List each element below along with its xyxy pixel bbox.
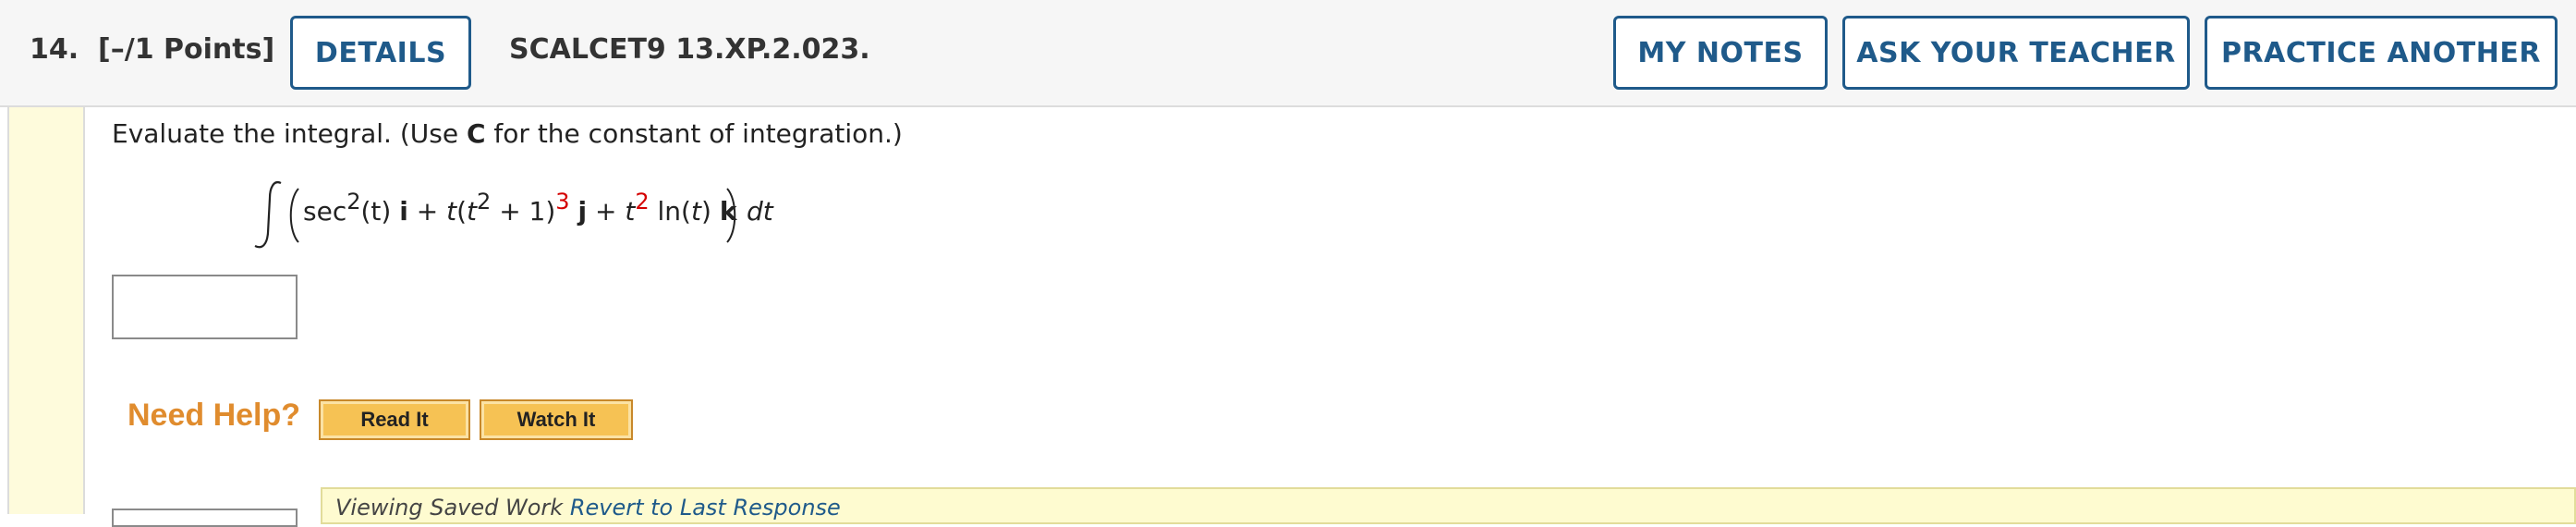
- question-header: 14. [–/1 Points] DETAILS SCALCET9 13.XP.…: [0, 0, 2576, 107]
- details-button[interactable]: DETAILS: [290, 16, 471, 90]
- sec-argument: (t): [360, 196, 392, 227]
- left-paren-icon: [289, 188, 299, 243]
- left-rail: [7, 107, 85, 514]
- ask-your-teacher-button[interactable]: ASK YOUR TEACHER: [1842, 16, 2190, 90]
- saved-work-banner: Viewing Saved Work Revert to Last Respon…: [321, 487, 2576, 524]
- question-prompt: Evaluate the integral. (Use C for the co…: [112, 118, 903, 149]
- sec-function: sec: [303, 196, 347, 227]
- variable-t: t: [690, 196, 701, 227]
- plus-sign: +: [407, 196, 447, 227]
- t-squared-exponent: 2: [477, 189, 492, 214]
- ln-function: ln(: [649, 196, 691, 227]
- my-notes-button[interactable]: MY NOTES: [1613, 16, 1828, 90]
- unit-vector-j: j: [577, 196, 588, 227]
- integral-formula: sec2(t) i + t(t2 + 1)3 j + t2 ln(t) k dt: [249, 178, 896, 261]
- answer-input[interactable]: [112, 275, 298, 339]
- cubed-exponent: 3: [555, 189, 570, 214]
- watch-it-button[interactable]: Watch It: [480, 399, 633, 440]
- prompt-text-start: Evaluate the integral. (Use: [112, 118, 467, 149]
- close-paren: ): [700, 196, 711, 227]
- differential-dt: dt: [747, 196, 773, 227]
- practice-another-button[interactable]: PRACTICE ANOTHER: [2205, 16, 2558, 90]
- saved-work-text: Viewing Saved Work: [335, 495, 570, 521]
- sec-exponent: 2: [346, 189, 361, 214]
- read-it-button[interactable]: Read It: [319, 399, 470, 440]
- unit-vector-i: i: [399, 196, 408, 227]
- open-paren: (: [456, 196, 468, 227]
- right-paren-icon: [726, 188, 736, 243]
- question-code: SCALCET9 13.XP.2.023.: [509, 33, 870, 66]
- t-squared-exponent-red: 2: [635, 189, 650, 214]
- plus-sign: +: [587, 196, 626, 227]
- revert-to-last-response-link[interactable]: Revert to Last Response: [570, 495, 841, 521]
- variable-t: t: [446, 196, 457, 227]
- integrand-expression: sec2(t) i + t(t2 + 1)3 j + t2 ln(t) k: [303, 189, 736, 227]
- points-label: [–/1 Points]: [98, 33, 275, 66]
- question-number: 14.: [30, 33, 79, 66]
- variable-t: t: [467, 196, 478, 227]
- need-help-label: Need Help?: [128, 398, 301, 433]
- question-number-and-points: 14. [–/1 Points]: [30, 33, 274, 66]
- prompt-constant-symbol: C: [466, 118, 486, 149]
- variable-t: t: [625, 196, 636, 227]
- plus-one-term: + 1): [491, 196, 556, 227]
- saved-answer-box: [112, 509, 298, 527]
- prompt-text-end: for the constant of integration.): [485, 118, 903, 149]
